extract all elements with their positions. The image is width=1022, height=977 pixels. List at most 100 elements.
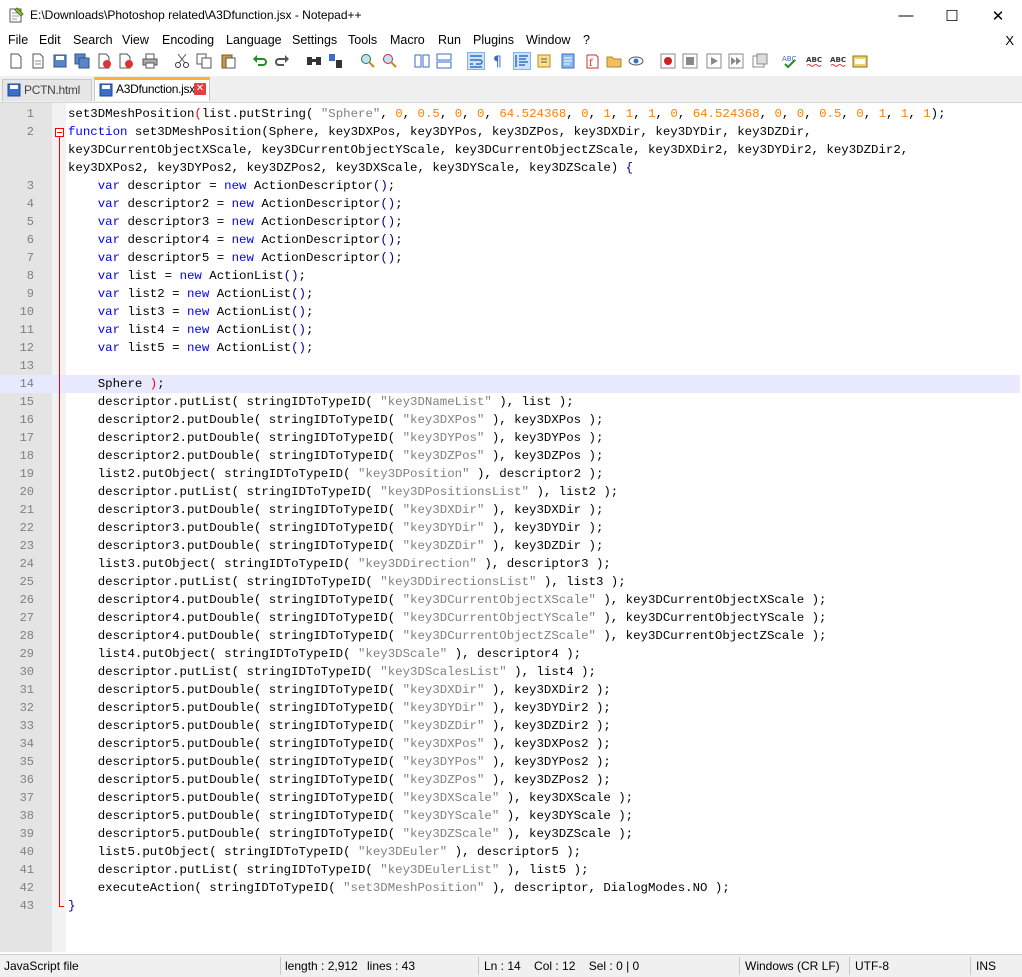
code-line[interactable]: 2 function set3DMeshPosition(Sphere, key3… [0, 123, 1020, 141]
sync-vertical-icon[interactable] [414, 53, 430, 69]
code-line[interactable]: 40 list5.putObject( stringIDToTypeID( "k… [0, 843, 1020, 861]
spellcheck-abc-icon[interactable]: ABC [806, 53, 822, 69]
udl-icon[interactable] [536, 53, 552, 69]
code-line[interactable]: 1 set3DMeshPosition(list.putString( "Sphe… [0, 105, 1020, 123]
zoom-out-icon[interactable] [382, 53, 398, 69]
code-line[interactable]: 8 var list = new ActionList(); [0, 267, 1020, 285]
play-macro-icon[interactable] [706, 53, 722, 69]
code-editor[interactable]: 1 set3DMeshPosition(list.putString( "Sphe… [0, 103, 1022, 952]
cut-icon[interactable] [174, 53, 190, 69]
paste-icon[interactable] [220, 53, 236, 69]
close-file-icon[interactable] [96, 53, 112, 69]
word-wrap-icon[interactable] [467, 52, 485, 70]
code-line[interactable]: 15 descriptor.putList( stringIDToTypeID(… [0, 393, 1020, 411]
indent-guide-icon[interactable] [513, 52, 531, 70]
code-line[interactable]: key3DCurrentObjectXScale, key3DCurrentOb… [0, 141, 1020, 159]
code-line[interactable]: 23 descriptor3.putDouble( stringIDToType… [0, 537, 1020, 555]
code-line[interactable]: 5 var descriptor3 = new ActionDescriptor… [0, 213, 1020, 231]
menu-file[interactable]: File [8, 33, 28, 47]
code-line[interactable]: 34 descriptor5.putDouble( stringIDToType… [0, 735, 1020, 753]
code-line[interactable]: 28 descriptor4.putDouble( stringIDToType… [0, 627, 1020, 645]
tab-a3dfunction-jsx[interactable]: A3Dfunction.jsx ✕ [94, 77, 210, 101]
fold-collapse-icon[interactable] [55, 128, 64, 137]
menu-settings[interactable]: Settings [292, 33, 337, 47]
notepad-plugin-icon[interactable] [852, 53, 868, 69]
new-file-icon[interactable] [8, 53, 24, 69]
save-all-icon[interactable] [74, 53, 90, 69]
menu-edit[interactable]: Edit [39, 33, 61, 47]
code-line[interactable]: 31 descriptor5.putDouble( stringIDToType… [0, 681, 1020, 699]
spellcheck-abc2-icon[interactable]: ABC [830, 53, 846, 69]
code-line[interactable]: 24 list3.putObject( stringIDToTypeID( "k… [0, 555, 1020, 573]
code-line[interactable]: 37 descriptor5.putDouble( stringIDToType… [0, 789, 1020, 807]
code-line[interactable]: 39 descriptor5.putDouble( stringIDToType… [0, 825, 1020, 843]
menu-search[interactable]: Search [73, 33, 113, 47]
save-macro-icon[interactable] [752, 53, 768, 69]
code-line[interactable]: 13 [0, 357, 1020, 375]
code-line[interactable]: 35 descriptor5.putDouble( stringIDToType… [0, 753, 1020, 771]
tab-pctn-html[interactable]: PCTN.html [2, 79, 92, 101]
code-line[interactable]: 38 descriptor5.putDouble( stringIDToType… [0, 807, 1020, 825]
save-icon[interactable] [52, 53, 68, 69]
close-all-icon[interactable] [118, 53, 134, 69]
replace-icon[interactable] [328, 53, 344, 69]
code-line[interactable]: 6 var descriptor4 = new ActionDescriptor… [0, 231, 1020, 249]
menu-language[interactable]: Language [226, 33, 282, 47]
doc-map-icon[interactable] [560, 53, 576, 69]
open-file-icon[interactable] [30, 53, 46, 69]
record-macro-icon[interactable] [660, 53, 676, 69]
code-line[interactable]: 30 descriptor.putList( stringIDToTypeID(… [0, 663, 1020, 681]
code-line[interactable]: 16 descriptor2.putDouble( stringIDToType… [0, 411, 1020, 429]
code-line[interactable]: 41 descriptor.putList( stringIDToTypeID(… [0, 861, 1020, 879]
menu-run[interactable]: Run [438, 33, 461, 47]
code-line[interactable]: 25 descriptor.putList( stringIDToTypeID(… [0, 573, 1020, 591]
menu-encoding[interactable]: Encoding [162, 33, 214, 47]
menu-help[interactable]: ? [583, 33, 590, 47]
function-list-icon[interactable]: f [584, 53, 600, 69]
code-line[interactable]: 4 var descriptor2 = new ActionDescriptor… [0, 195, 1020, 213]
code-line[interactable]: 19 list2.putObject( stringIDToTypeID( "k… [0, 465, 1020, 483]
redo-icon[interactable] [274, 53, 290, 69]
minimize-button[interactable]: — [883, 0, 929, 31]
sync-horizontal-icon[interactable] [436, 53, 452, 69]
code-line[interactable]: 17 descriptor2.putDouble( stringIDToType… [0, 429, 1020, 447]
code-line[interactable]: 36 descriptor5.putDouble( stringIDToType… [0, 771, 1020, 789]
menu-tools[interactable]: Tools [348, 33, 377, 47]
code-line[interactable]: 29 list4.putObject( stringIDToTypeID( "k… [0, 645, 1020, 663]
menu-macro[interactable]: Macro [390, 33, 425, 47]
code-line[interactable]: 9 var list2 = new ActionList(); [0, 285, 1020, 303]
code-line[interactable]: 10 var list3 = new ActionList(); [0, 303, 1020, 321]
code-line[interactable]: 11 var list4 = new ActionList(); [0, 321, 1020, 339]
code-line[interactable]: 22 descriptor3.putDouble( stringIDToType… [0, 519, 1020, 537]
menu-window[interactable]: Window [526, 33, 570, 47]
code-line[interactable]: 43} [0, 897, 1020, 915]
show-all-chars-icon[interactable]: ¶ [490, 53, 506, 69]
code-line[interactable]: 20 descriptor.putList( stringIDToTypeID(… [0, 483, 1020, 501]
undo-icon[interactable] [252, 53, 268, 69]
code-line[interactable]: 12 var list5 = new ActionList(); [0, 339, 1020, 357]
code-line[interactable]: 32 descriptor5.putDouble( stringIDToType… [0, 699, 1020, 717]
monitoring-icon[interactable] [628, 53, 644, 69]
code-line[interactable]: 26 descriptor4.putDouble( stringIDToType… [0, 591, 1020, 609]
code-line[interactable]: 27 descriptor4.putDouble( stringIDToType… [0, 609, 1020, 627]
code-line[interactable]: key3DXPos2, key3DYPos2, key3DZPos2, key3… [0, 159, 1020, 177]
menu-view[interactable]: View [122, 33, 149, 47]
zoom-in-icon[interactable] [360, 53, 376, 69]
code-line[interactable]: 14 Sphere ); [0, 375, 1020, 393]
menu-plugins[interactable]: Plugins [473, 33, 514, 47]
stop-macro-icon[interactable] [682, 53, 698, 69]
find-icon[interactable] [306, 53, 322, 69]
print-icon[interactable] [142, 53, 158, 69]
folder-workspace-icon[interactable] [606, 53, 622, 69]
close-window-button[interactable]: ✕ [975, 0, 1021, 31]
run-macro-multiple-icon[interactable] [728, 53, 744, 69]
tab-close-icon[interactable]: ✕ [194, 83, 206, 95]
code-line[interactable]: 21 descriptor3.putDouble( stringIDToType… [0, 501, 1020, 519]
code-line[interactable]: 33 descriptor5.putDouble( stringIDToType… [0, 717, 1020, 735]
code-line[interactable]: 7 var descriptor5 = new ActionDescriptor… [0, 249, 1020, 267]
code-line[interactable]: 42 executeAction( stringIDToTypeID( "set… [0, 879, 1020, 897]
code-line[interactable]: 3 var descriptor = new ActionDescriptor(… [0, 177, 1020, 195]
close-document-button[interactable]: X [1005, 33, 1014, 48]
code-line[interactable]: 18 descriptor2.putDouble( stringIDToType… [0, 447, 1020, 465]
maximize-button[interactable]: ☐ [929, 0, 975, 31]
